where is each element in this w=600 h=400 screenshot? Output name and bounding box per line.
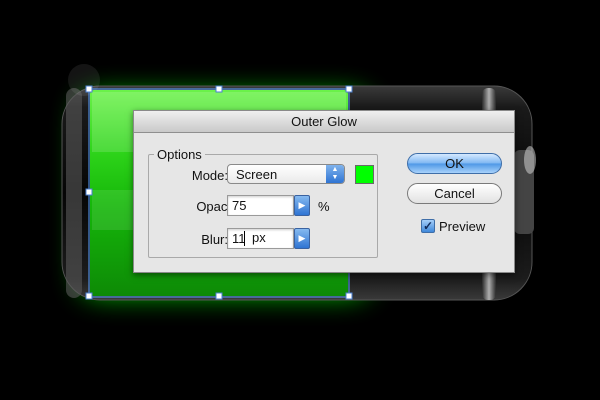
preview-checkbox[interactable]: ✓ [421,219,435,233]
dialog-title: Outer Glow [291,114,357,129]
opacity-input[interactable]: 75 [227,195,294,216]
selection-handle [215,85,223,93]
blur-slider-toggle[interactable]: ▶ [294,228,310,249]
glow-color-swatch[interactable] [355,165,374,184]
mode-select-value: Screen [236,167,278,182]
selection-handle [85,85,93,93]
mode-label: Mode: [191,168,228,183]
dialog-titlebar[interactable]: Outer Glow [134,111,514,133]
opacity-unit-label: % [318,199,330,214]
outer-glow-dialog: Outer Glow Options Mode: Screen ▲ ▼ Opaci… [133,110,515,273]
selection-handle [345,292,353,300]
selection-handle [85,292,93,300]
mode-select[interactable]: Screen ▲ ▼ [227,164,345,184]
triangle-right-icon: ▶ [298,200,306,210]
cancel-button[interactable]: Cancel [407,183,502,204]
opacity-value: 75 [232,198,247,213]
selection-handle [85,188,93,196]
options-group-label: Options [154,147,205,162]
text-caret [244,231,245,246]
selection-handle [345,85,353,93]
blur-label: Blur: [201,232,228,247]
selection-handle [215,292,223,300]
ok-button[interactable]: OK [407,153,502,174]
opacity-slider-toggle[interactable]: ▶ [294,195,310,216]
updown-arrows-icon: ▲ ▼ [326,165,344,183]
preview-label: Preview [439,219,486,234]
checkmark-icon: ✓ [422,219,434,233]
blur-unit-label: px [252,230,266,245]
triangle-right-icon: ▶ [298,233,306,243]
